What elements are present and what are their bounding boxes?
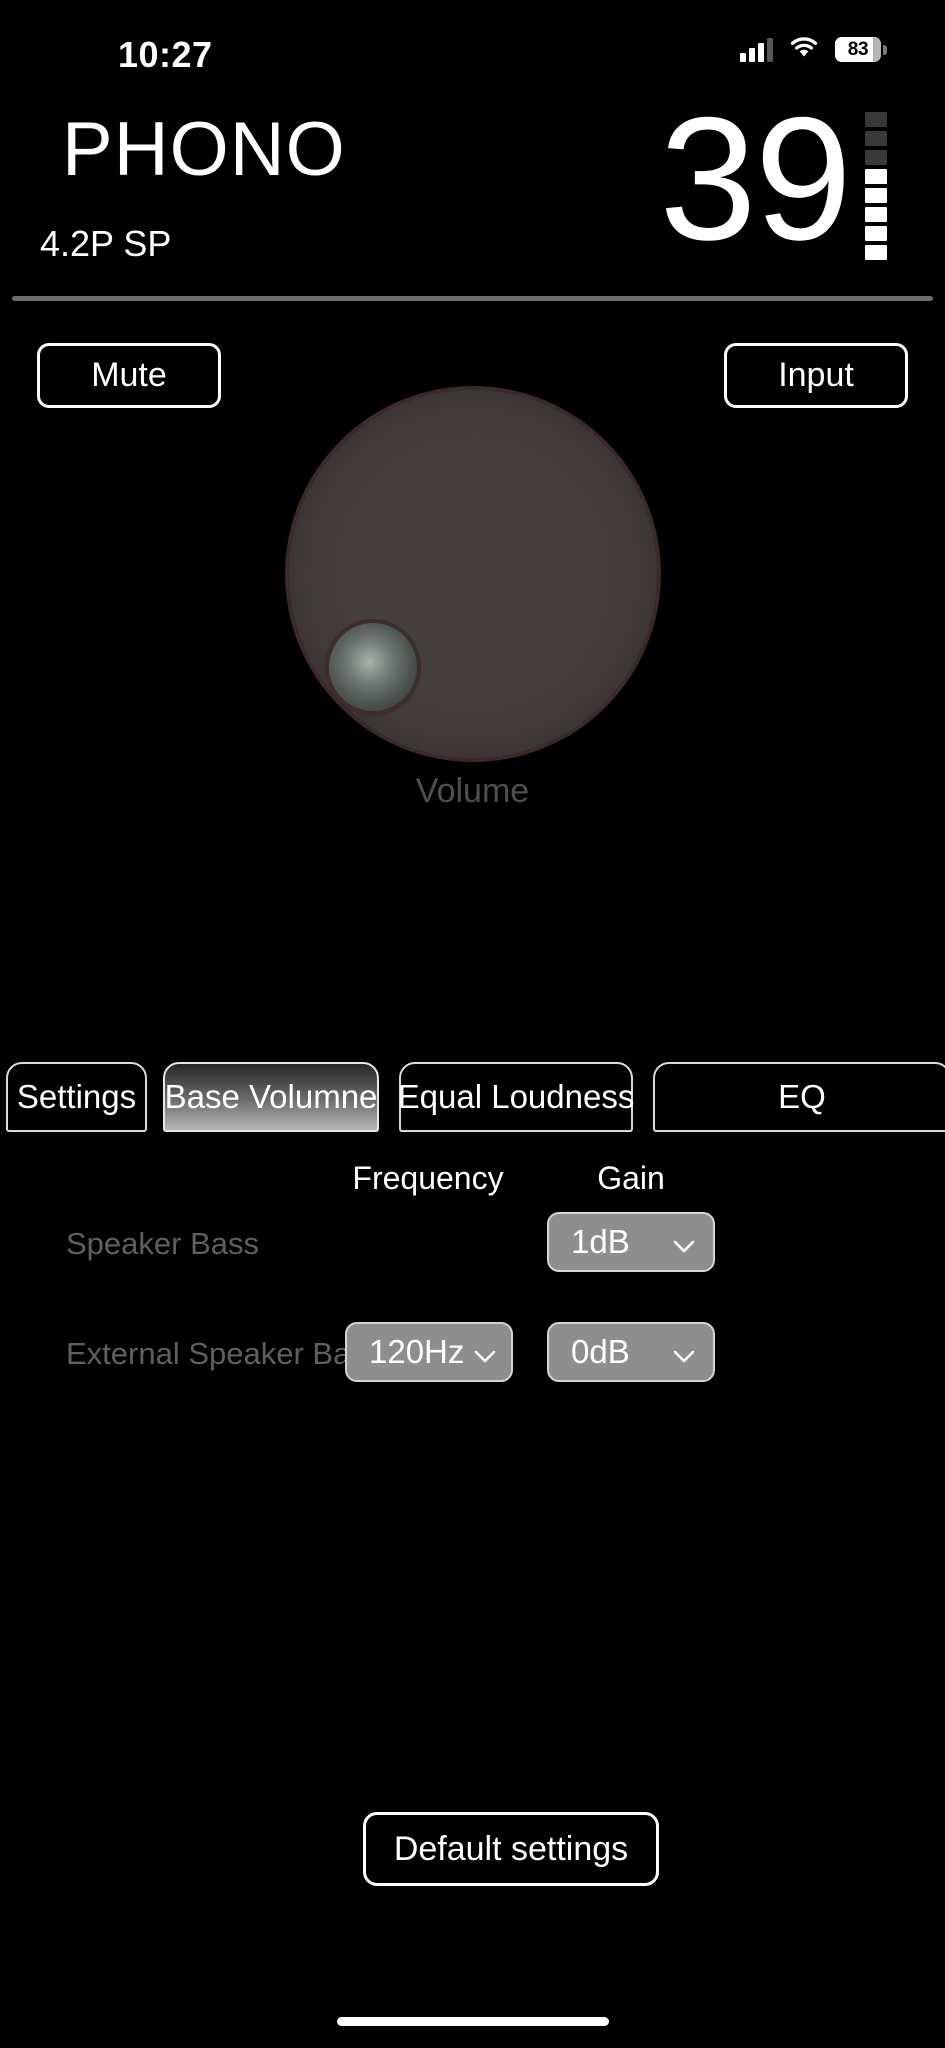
source-format: 4.2P SP — [40, 223, 172, 264]
battery-percent-label: 83 — [847, 38, 869, 60]
volume-knob[interactable] — [288, 390, 657, 758]
cellular-signal-icon — [740, 37, 773, 62]
default-settings-button[interactable]: Default settings — [363, 1812, 659, 1886]
home-indicator[interactable] — [336, 2017, 609, 2026]
external-speaker-bass-gain-dropdown[interactable]: 0dB — [547, 1322, 715, 1382]
chevron-down-icon — [663, 1333, 695, 1371]
row-label-external-speaker-bass: External Speaker Bass — [66, 1336, 382, 1371]
battery-icon: 83 — [835, 37, 887, 62]
speaker-bass-gain-dropdown[interactable]: 1dB — [547, 1212, 715, 1272]
tab-settings[interactable]: Settings — [6, 1062, 147, 1132]
source-name: PHONO — [62, 107, 346, 192]
external-speaker-bass-frequency-dropdown[interactable]: 120Hz — [345, 1322, 513, 1382]
column-header-frequency: Frequency — [352, 1160, 504, 1196]
tab-eq[interactable]: EQ — [653, 1062, 945, 1132]
header-divider — [12, 296, 933, 301]
volume-knob-label: Volume — [415, 772, 530, 810]
volume-level-indicator — [865, 112, 887, 260]
volume-knob-area: Volume — [0, 390, 945, 810]
external-speaker-bass-frequency-value: 120Hz — [369, 1333, 465, 1370]
chevron-down-icon — [663, 1223, 695, 1261]
row-label-speaker-bass: Speaker Bass — [66, 1226, 259, 1261]
tab-bar: Settings Base Volumne Equal Loudness EQ — [0, 1062, 945, 1132]
volume-readout: 39 — [659, 82, 852, 277]
volume-knob-thumb[interactable] — [328, 623, 417, 711]
external-speaker-bass-gain-value: 0dB — [571, 1333, 630, 1370]
app-screen: 10:27 83 PHONO 4.2P SP 39 Mute Input Vol… — [0, 0, 945, 2048]
table-row: External Speaker Bass 120Hz 0dB — [0, 1322, 945, 1382]
chevron-down-icon — [464, 1333, 496, 1371]
wifi-icon — [789, 36, 819, 63]
table-row: Speaker Bass 1dB — [0, 1212, 945, 1272]
tab-base-volumne[interactable]: Base Volumne — [163, 1062, 379, 1132]
status-bar-clock: 10:27 — [118, 34, 213, 75]
column-header-gain: Gain — [597, 1160, 665, 1196]
status-bar-indicators: 83 — [740, 36, 887, 63]
speaker-bass-gain-value: 1dB — [571, 1223, 630, 1260]
tab-equal-loudness[interactable]: Equal Loudness — [398, 1062, 634, 1132]
